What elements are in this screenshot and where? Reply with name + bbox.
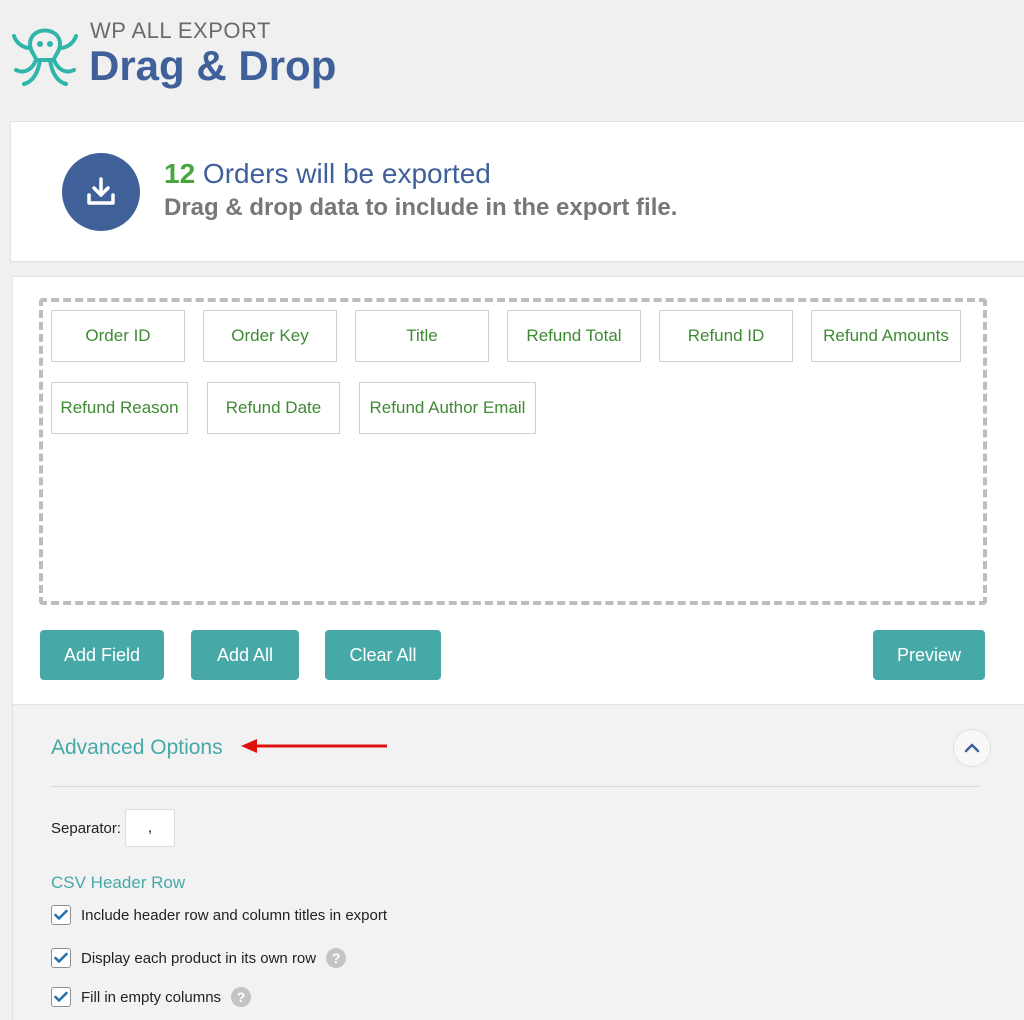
checkbox[interactable] [51, 987, 71, 1007]
brand-subtitle: WP ALL EXPORT [90, 18, 271, 43]
advanced-options-panel: Advanced Options Separator: CSV Header R… [13, 704, 1024, 1020]
field-chip[interactable]: Order Key [203, 310, 337, 362]
field-drop-zone[interactable]: Order ID Order Key Title Refund Total Re… [39, 298, 987, 605]
checkmark-icon [54, 952, 68, 963]
page-header: WP ALL EXPORT Drag & Drop [0, 0, 1024, 120]
page-title: Drag & Drop [89, 42, 337, 89]
option-label: Include header row and column titles in … [81, 906, 388, 924]
field-chip[interactable]: Refund Total [507, 310, 641, 362]
field-chip[interactable]: Order ID [51, 310, 185, 362]
checkbox[interactable] [51, 948, 71, 968]
add-field-button[interactable]: Add Field [40, 630, 164, 680]
checkmark-icon [54, 991, 68, 1002]
option-fill-empty-columns[interactable]: Fill in empty columns ? [51, 986, 252, 1008]
export-summary-card: 12 Orders will be exported Drag & drop d… [10, 121, 1024, 262]
separator-label: Separator: [51, 820, 122, 837]
add-all-button[interactable]: Add All [191, 630, 299, 680]
octopus-logo-icon [12, 28, 78, 86]
field-chip[interactable]: Refund Reason [51, 382, 188, 434]
help-icon[interactable]: ? [326, 948, 347, 968]
checkmark-icon [54, 909, 68, 920]
export-instructions: Drag & drop data to include in the expor… [164, 194, 678, 221]
divider [51, 786, 980, 787]
preview-button[interactable]: Preview [873, 630, 985, 680]
export-builder-card: Order ID Order Key Title Refund Total Re… [12, 276, 1024, 1020]
annotation-arrow-icon [241, 739, 387, 753]
checkbox[interactable] [51, 905, 71, 925]
field-chip[interactable]: Title [355, 310, 489, 362]
export-count-headline: 12 Orders will be exported [164, 158, 491, 190]
export-count-text: Orders will be exported [195, 158, 491, 189]
separator-input[interactable] [125, 809, 175, 847]
field-chip[interactable]: Refund Amounts [811, 310, 961, 362]
help-icon[interactable]: ? [231, 987, 252, 1007]
advanced-options-title[interactable]: Advanced Options [51, 736, 223, 760]
collapse-button[interactable] [953, 729, 991, 767]
clear-all-button[interactable]: Clear All [325, 630, 441, 680]
field-chip[interactable]: Refund ID [659, 310, 793, 362]
download-icon [62, 153, 140, 231]
option-label: Fill in empty columns [81, 988, 222, 1006]
option-include-header[interactable]: Include header row and column titles in … [51, 904, 387, 926]
chevron-up-icon [964, 743, 980, 753]
field-chip[interactable]: Refund Author Email [359, 382, 536, 434]
field-chip[interactable]: Refund Date [207, 382, 340, 434]
export-count: 12 [164, 158, 196, 189]
csv-header-title: CSV Header Row [51, 873, 186, 892]
option-product-own-row[interactable]: Display each product in its own row ? [51, 947, 347, 969]
option-label: Display each product in its own row [81, 949, 317, 967]
